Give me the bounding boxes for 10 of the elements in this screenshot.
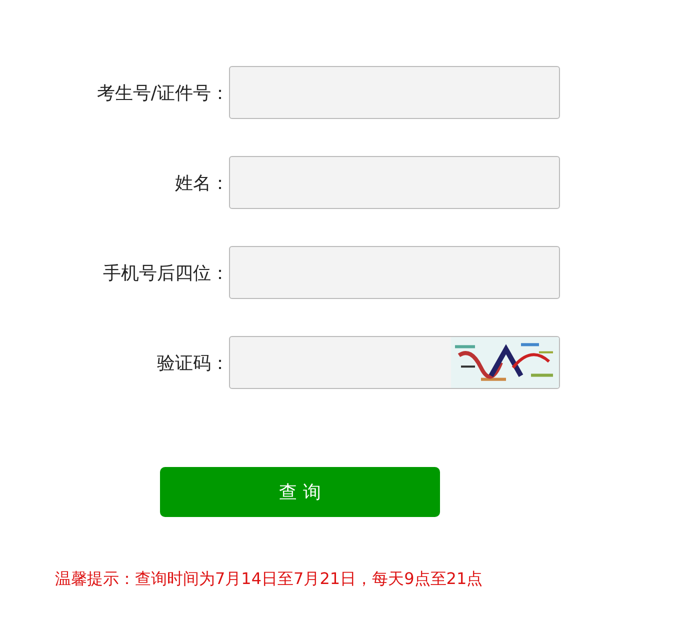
field-label: 考生号/证件号： <box>96 82 229 104</box>
field-label: 姓名： <box>174 172 229 194</box>
input-field[interactable] <box>229 336 560 389</box>
input-field[interactable] <box>229 246 560 299</box>
input-field[interactable] <box>229 156 560 209</box>
notice-text: 温馨提示：查询时间为7月14日至7月21日，每天9点至21点 <box>55 569 484 590</box>
query-button[interactable]: 查 询 <box>160 467 440 517</box>
input-field[interactable] <box>229 66 560 119</box>
field-label: 验证码： <box>156 352 229 374</box>
field-label: 手机号后四位： <box>102 262 229 284</box>
